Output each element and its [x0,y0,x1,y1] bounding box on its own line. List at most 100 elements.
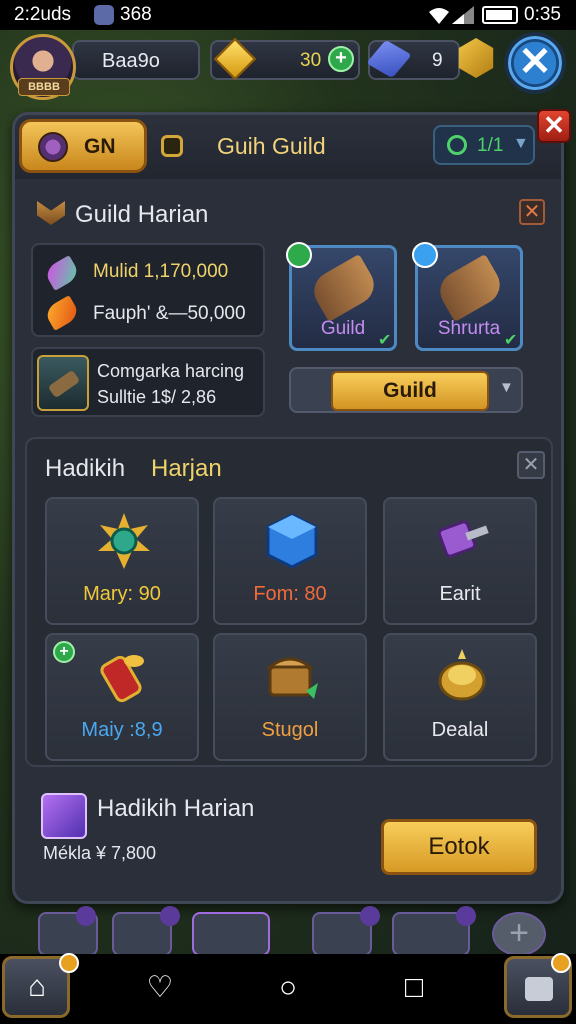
navigation-bar: ⌂ ♡ ○ □ [0,953,576,1024]
badge-icon [76,906,96,926]
item-box[interactable]: Comgarka harcing Sulltie 1$/ 2,86 [31,347,265,417]
tab-label: GN [84,135,116,158]
page-selector[interactable]: 1/1 ▼ [433,125,535,165]
tile-label: Mary: 90 [83,583,161,605]
home-circle-icon[interactable]: ○ [268,968,308,1008]
home-icon: ⌂ [27,970,47,1003]
offer-price: Mékla ¥ 7,800 [43,843,157,863]
reward-line: Mulid 1,170,000 [93,261,229,282]
player-bar: Baa9o [72,40,200,80]
reward-line: Fauph' &—50,000 [93,303,246,324]
guild-button[interactable]: Guild [331,371,489,411]
shelf-slot[interactable] [392,906,476,956]
section-title: Hadikih [45,455,126,482]
gem-bar: 30 + [210,37,360,81]
heart-icon[interactable]: ♡ [140,968,180,1008]
panel-header: GN Guih Guild 1/1 ▼ ✕ [15,109,571,179]
avatar-name: BBBB [18,78,70,96]
class-card-shrurta[interactable]: Shrurta ✔ [412,242,523,351]
shelf-slot[interactable] [112,906,180,956]
status-network-text: 368 [120,4,152,25]
sun-medal-icon [98,513,150,569]
badge-icon [412,242,438,268]
close-panel-button[interactable]: ✕ [537,109,571,143]
guild-emblem-icon [38,132,68,162]
add-gems-button[interactable]: + [328,46,354,72]
hex-icon[interactable] [458,38,494,78]
item-tile[interactable]: Stugol [213,633,367,761]
sword-icon [307,253,381,323]
top-hud: BBBB Baa9o 30 + 9 ✕ [10,32,570,100]
purple-hammer-icon [437,520,489,558]
gem-count: 30 [300,50,322,71]
badge-icon [456,906,476,926]
app-icon [94,5,114,25]
tile-label: Earit [439,583,481,605]
item-tile[interactable]: Dealal [383,633,537,761]
status-time: 2:2uds [14,4,72,25]
daily-guild-section: Guild Harian ✕ Mulid 1,170,000 Fauph' &—… [25,187,553,427]
tile-label: Stugol [261,719,319,741]
key-bar: 9 [366,39,460,80]
item-tile[interactable]: Fom: 80 [213,497,367,625]
tile-label: Fom: 80 [253,583,327,605]
offer-section: Hadikih Harian Mékla ¥ 7,800 Eotok [25,781,553,891]
status-clock: 0:35 [524,4,561,25]
key-count: 9 [432,50,443,71]
scroll-icon [37,355,89,411]
close-section-button[interactable]: ✕ [519,199,545,225]
status-bar: 2:2uds 368 0:35 [0,0,576,30]
chevron-down-icon[interactable]: ▼ [499,379,514,396]
scroll-red-icon [100,655,144,703]
wifi-icon [429,8,449,24]
badge-icon [360,906,380,926]
tab-guild[interactable]: GN [19,119,147,173]
close-icon[interactable]: ✕ [504,32,566,94]
add-slot-button[interactable]: + [492,912,546,956]
banner-icon [37,201,65,225]
treasure-chest-icon [265,657,318,699]
badge-icon [286,242,312,268]
items-section: Hadikih Harjan ✕ Mary: 90 Fom: 80 Earit … [25,437,553,767]
home-corner-button[interactable]: ⌂ [2,953,79,1018]
section-title: Guild Harian [75,201,209,228]
reward-box: Mulid 1,170,000 Fauph' &—50,000 [31,243,265,337]
offer-title: Hadikih Harian [97,795,255,822]
inventory-icon [525,977,553,1001]
section-title-accent: Harjan [151,455,222,482]
location-icon [447,135,467,155]
class-card-guild[interactable]: Guild ✔ [286,242,397,351]
boot-icon [433,253,507,323]
badge-icon [59,953,79,973]
player-name: Baa9o [102,50,160,72]
item-tile[interactable]: Earit [383,497,537,625]
recents-icon[interactable]: □ [394,968,434,1008]
game-screen: 2:2uds 368 0:35 BBBB Baa9o 30 + 9 ✕ GN G… [0,0,576,1024]
item-line: Sulltie 1$/ 2,86 [97,387,217,407]
battery-icon [482,6,518,24]
flame-icon [43,295,81,331]
shelf-slot[interactable] [38,906,98,956]
check-icon: ✔ [378,332,392,349]
item-line: Comgarka harcing [97,361,245,381]
page-value: 1/1 [477,135,504,156]
add-icon[interactable]: + [53,641,75,663]
gem-icon [213,37,257,81]
tile-label: Dealal [431,719,489,741]
shield-icon [161,135,183,157]
signal-icon [452,6,474,24]
blue-cube-icon [266,513,318,569]
tile-label: Maiy :8,9 [81,719,163,741]
page-title: Guih Guild [217,133,326,159]
check-icon: ✔ [504,332,518,349]
buy-button[interactable]: Eotok [381,819,537,875]
shelf-slot[interactable] [312,906,380,956]
close-section-button[interactable]: ✕ [517,451,545,479]
key-icon [366,39,412,79]
guild-select-bar: Guild ▼ [289,367,523,413]
item-tile[interactable]: + Maiy :8,9 [45,633,199,761]
item-tile[interactable]: Mary: 90 [45,497,199,625]
inventory-corner-button[interactable] [504,953,572,1018]
chevron-down-icon: ▼ [513,135,529,152]
shelf-slot[interactable] [192,912,270,956]
